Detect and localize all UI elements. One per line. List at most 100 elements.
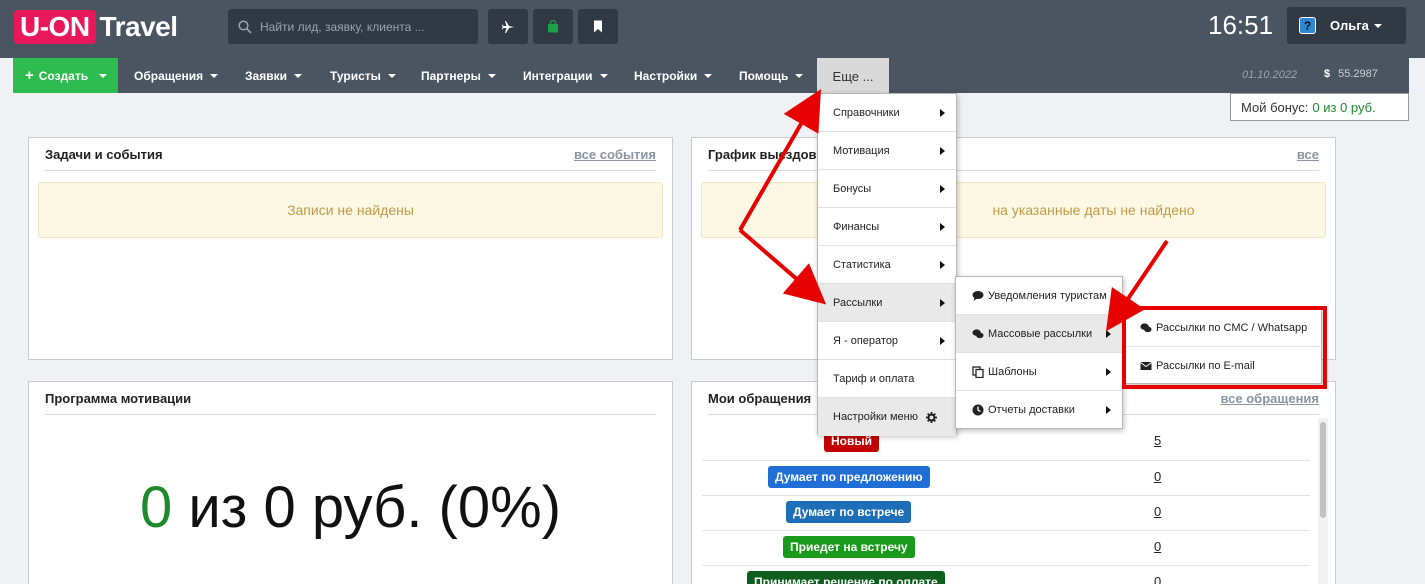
menu-item-templates[interactable]: Шаблоны (956, 353, 1122, 391)
tasks-panel: Задачи и события все события Записи не н… (28, 137, 673, 360)
menu-label: Уведомления туристам (988, 289, 1107, 302)
bookmark-button[interactable] (578, 9, 618, 44)
menu-item-mass-mailings[interactable]: Массовые рассылки (956, 315, 1122, 353)
nav-label: Партнеры (421, 68, 481, 83)
bonus-value: 0 из 0 руб. (1312, 99, 1376, 115)
nav-requests[interactable]: Обращения (134, 58, 219, 93)
table-row[interactable]: Приедет на встречу 0 (702, 531, 1310, 566)
airplane-icon (502, 20, 514, 33)
menu-item-menu-settings[interactable]: Настройки меню (818, 398, 956, 436)
table-row[interactable]: Думает по предложению 0 (702, 461, 1310, 496)
empty-message: Записи не найдены (38, 182, 663, 238)
motivation-rest: из 0 руб. (0%) (172, 475, 562, 540)
search-icon (238, 19, 252, 34)
nav-orders[interactable]: Заявки (245, 58, 302, 93)
nav-settings[interactable]: Настройки (634, 58, 713, 93)
chevron-down-icon (487, 73, 496, 78)
nav-help[interactable]: Помощь (739, 58, 804, 93)
search-input[interactable] (260, 19, 470, 34)
menu-label: Тариф и оплата (833, 372, 915, 385)
nav-label: Заявки (245, 68, 287, 83)
panel-header: Программа мотивации (45, 382, 656, 415)
count-link[interactable]: 5 (1154, 433, 1161, 448)
nav-tourists[interactable]: Туристы (330, 58, 396, 93)
menu-item-operator[interactable]: Я - оператор (818, 322, 956, 360)
menu-item-tariff[interactable]: Тариф и оплата (818, 360, 956, 398)
search-box[interactable] (228, 9, 478, 44)
scrollbar-thumb[interactable] (1320, 422, 1326, 518)
user-name: Ольга (1330, 18, 1369, 33)
logo-badge: U-ON (14, 10, 96, 44)
chevron-right-icon (940, 185, 945, 193)
chevron-right-icon (1106, 330, 1111, 338)
panel-title: График выездов (708, 146, 817, 162)
nav-partners[interactable]: Партнеры (421, 58, 496, 93)
menu-item-finance[interactable]: Финансы (818, 208, 956, 246)
chevron-down-icon (704, 73, 713, 78)
count-link[interactable]: 0 (1154, 574, 1161, 584)
clock: 16:51 (1208, 10, 1274, 40)
clock-icon (972, 404, 984, 416)
chevron-right-icon (940, 109, 945, 117)
menu-item-tourist-notifications[interactable]: Уведомления туристам (956, 277, 1122, 315)
table-row[interactable]: Принимает решение по оплате 0 (702, 566, 1310, 584)
chevron-right-icon (940, 147, 945, 155)
table-row[interactable]: Думает по встрече 0 (702, 496, 1310, 531)
scrollbar[interactable] (1318, 418, 1328, 584)
bag-icon (548, 20, 558, 33)
highlight-box (1122, 306, 1327, 389)
empty-message: на указанные даты не найдено (701, 182, 1326, 238)
count-link[interactable]: 0 (1154, 469, 1161, 484)
menu-item-directories[interactable]: Справочники (818, 94, 956, 132)
menu-label: Финансы (833, 220, 880, 233)
bonus-label: Мой бонус: (1241, 99, 1309, 115)
bookmark-icon (594, 20, 602, 33)
menu-label: Мотивация (833, 144, 890, 157)
menu-label: Статистика (833, 258, 891, 271)
nav-label: Интеграции (523, 68, 593, 83)
all-requests-link[interactable]: все обращения (1220, 391, 1319, 406)
logo[interactable]: U-ON Travel (14, 9, 178, 45)
count-link[interactable]: 0 (1154, 504, 1161, 519)
status-badge: Думает по встрече (786, 501, 912, 523)
panel-header: График выездов все (708, 138, 1319, 171)
all-events-link[interactable]: все события (574, 147, 656, 162)
chevron-down-icon (599, 73, 608, 78)
nav-label: Помощь (739, 68, 789, 83)
logo-text: Travel (99, 11, 178, 42)
user-menu-button[interactable]: ? Ольга (1287, 7, 1406, 44)
current-date: 01.10.2022 (1242, 69, 1298, 81)
nav-more[interactable]: Еще ... (817, 58, 889, 94)
mailings-submenu: Уведомления туристам Массовые рассылки Ш… (955, 276, 1123, 429)
all-schedule-link[interactable]: все (1297, 147, 1319, 162)
chevron-down-icon (99, 73, 108, 78)
chevron-down-icon (387, 73, 396, 78)
chevron-right-icon (1106, 406, 1111, 414)
menu-item-motivation[interactable]: Мотивация (818, 132, 956, 170)
exchange-rate: $55.2987 (1324, 68, 1378, 80)
bag-button[interactable] (533, 9, 573, 44)
menu-label: Массовые рассылки (988, 327, 1093, 340)
menu-label: Настройки меню (833, 411, 918, 423)
chevron-right-icon (1106, 368, 1111, 376)
nav-integrations[interactable]: Интеграции (523, 58, 608, 93)
menu-item-bonuses[interactable]: Бонусы (818, 170, 956, 208)
status-badge: Принимает решение по оплате (747, 571, 945, 584)
more-dropdown: Справочники Мотивация Бонусы Финансы Ста… (817, 93, 957, 436)
menu-item-mailings[interactable]: Рассылки (818, 284, 956, 322)
table-row[interactable]: Новый 5 (702, 426, 1310, 461)
chevron-right-icon (940, 299, 945, 307)
copy-icon (972, 365, 984, 378)
menu-item-statistics[interactable]: Статистика (818, 246, 956, 284)
menu-label: Справочники (833, 106, 900, 119)
menu-item-delivery-reports[interactable]: Отчеты доставки (956, 391, 1122, 429)
menu-label: Отчеты доставки (988, 404, 1075, 416)
help-icon[interactable]: ? (1299, 17, 1316, 34)
create-button[interactable]: + Создать (13, 58, 118, 93)
motivation-panel: Программа мотивации 0 из 0 руб. (0%) (28, 381, 673, 584)
top-bar: U-ON Travel 16:51 ? Ольга (0, 0, 1425, 58)
my-bonus: Мой бонус: 0 из 0 руб. (1230, 93, 1409, 121)
flights-button[interactable] (488, 9, 528, 44)
count-link[interactable]: 0 (1154, 539, 1161, 554)
panel-title: Программа мотивации (45, 390, 192, 406)
